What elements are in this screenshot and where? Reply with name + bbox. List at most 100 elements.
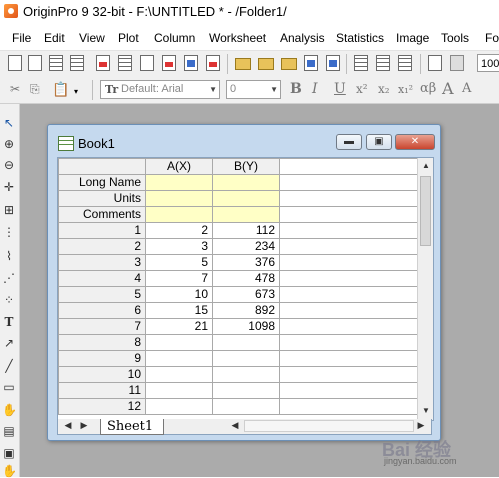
cell-a[interactable]: 3: [145, 238, 213, 255]
new-layout-icon[interactable]: [162, 55, 176, 71]
cell-b[interactable]: 892: [212, 302, 280, 319]
greek-button[interactable]: αβ: [420, 81, 436, 96]
scroll-thumb[interactable]: [420, 176, 431, 246]
restore-button[interactable]: ▣: [366, 134, 392, 150]
menu-view[interactable]: View: [79, 31, 105, 45]
paste-icon[interactable]: 📋: [52, 81, 69, 98]
regional-mask-icon[interactable]: ⋰: [2, 271, 16, 285]
menu-image[interactable]: Image: [396, 31, 429, 45]
workbook-window[interactable]: Book1 ▬ ▣ ✕ A(X) B(Y) Long Name Units Co…: [47, 124, 441, 441]
underline-button[interactable]: U: [334, 81, 346, 97]
cell-a[interactable]: 5: [145, 254, 213, 271]
increase-font-button[interactable]: A: [442, 79, 454, 98]
menu-plot[interactable]: Plot: [118, 31, 139, 45]
scroll-up-icon[interactable]: ▲: [422, 161, 430, 170]
supersubscript-button[interactable]: x₁²: [398, 83, 413, 96]
data-reader-icon[interactable]: ⊞: [2, 203, 16, 217]
menu-column[interactable]: Column: [154, 31, 195, 45]
cell-a[interactable]: [145, 398, 213, 415]
new-project-icon[interactable]: [8, 55, 22, 71]
line-tool-icon[interactable]: ╱: [2, 359, 16, 373]
long-name-cell-b[interactable]: [212, 174, 280, 191]
scroll-right-icon[interactable]: ▶: [415, 420, 427, 431]
long-name-cell-a[interactable]: [145, 174, 213, 191]
row-number[interactable]: 2: [58, 238, 146, 255]
annotation-icon[interactable]: ▣: [2, 446, 16, 460]
cut-icon[interactable]: ✂: [10, 82, 20, 96]
cell-b[interactable]: 376: [212, 254, 280, 271]
save-template-icon[interactable]: [326, 55, 340, 71]
import-wizard-icon[interactable]: [398, 55, 412, 71]
import-multiple-ascii-icon[interactable]: [376, 55, 390, 71]
cell-b[interactable]: 673: [212, 286, 280, 303]
bold-button[interactable]: B: [290, 81, 302, 97]
cell-a[interactable]: 15: [145, 302, 213, 319]
row-number[interactable]: 8: [58, 334, 146, 351]
cell-a[interactable]: [145, 350, 213, 367]
cell-b[interactable]: [212, 398, 280, 415]
font-name-select[interactable]: Tr Default: Arial ▼: [100, 80, 220, 99]
zoom-select[interactable]: 100: [477, 54, 499, 72]
row-number[interactable]: 12: [58, 398, 146, 415]
import-single-ascii-icon[interactable]: [354, 55, 368, 71]
menu-file[interactable]: File: [12, 31, 31, 45]
cell-a[interactable]: [145, 334, 213, 351]
cell-b[interactable]: 478: [212, 270, 280, 287]
cell-b[interactable]: [212, 334, 280, 351]
cell-a[interactable]: [145, 382, 213, 399]
paste-dropdown-icon[interactable]: ▾: [74, 87, 78, 96]
row-number[interactable]: 7: [58, 318, 146, 335]
font-size-select[interactable]: 0 ▼: [226, 80, 281, 99]
cell-a[interactable]: 2: [145, 222, 213, 239]
sheet-tab[interactable]: Sheet1: [100, 419, 165, 435]
copy-icon[interactable]: ⎘: [30, 82, 40, 97]
duplicate-icon[interactable]: [428, 55, 442, 71]
worksheet-grid[interactable]: A(X) B(Y) Long Name Units Comments 1 2 1…: [57, 157, 434, 421]
screen-reader-icon[interactable]: ✛: [2, 180, 16, 194]
open-icon[interactable]: [235, 58, 251, 70]
sheet-prev-icon[interactable]: ◀: [62, 420, 74, 431]
pointer-icon[interactable]: ↖: [2, 116, 16, 130]
units-cell-a[interactable]: [145, 190, 213, 207]
new-workbook-icon[interactable]: [49, 55, 63, 71]
menu-analysis[interactable]: Analysis: [280, 31, 325, 45]
refresh-icon[interactable]: [450, 55, 464, 71]
column-header-a[interactable]: A(X): [145, 158, 213, 175]
minimize-button[interactable]: ▬: [336, 134, 362, 150]
menu-format[interactable]: Fo: [485, 31, 499, 45]
row-number[interactable]: 9: [58, 350, 146, 367]
cell-a[interactable]: 7: [145, 270, 213, 287]
superscript-button[interactable]: x²: [356, 82, 368, 96]
row-number[interactable]: 1: [58, 222, 146, 239]
new-notes-icon[interactable]: [184, 55, 198, 71]
row-number[interactable]: 6: [58, 302, 146, 319]
save-project-icon[interactable]: [304, 55, 318, 71]
row-number[interactable]: 4: [58, 270, 146, 287]
decrease-font-button[interactable]: A: [462, 81, 471, 96]
worksheet-table[interactable]: A(X) B(Y) Long Name Units Comments 1 2 1…: [58, 158, 427, 415]
cell-a[interactable]: 21: [145, 318, 213, 335]
cell-b[interactable]: 112: [212, 222, 280, 239]
comments-cell-b[interactable]: [212, 206, 280, 223]
cell-b[interactable]: [212, 382, 280, 399]
zoom-in-icon[interactable]: ⊕: [2, 137, 16, 151]
new-function-icon[interactable]: [140, 55, 154, 71]
units-cell-b[interactable]: [212, 190, 280, 207]
new-function-plot-icon[interactable]: [206, 55, 220, 71]
row-number[interactable]: 10: [58, 366, 146, 383]
new-matrix-icon[interactable]: [118, 55, 132, 71]
hand-tool-icon[interactable]: ✋: [2, 403, 17, 417]
cell-b[interactable]: [212, 366, 280, 383]
comments-cell-a[interactable]: [145, 206, 213, 223]
row-label-long-name[interactable]: Long Name: [58, 174, 146, 191]
more-tools-icon[interactable]: ✋: [2, 464, 17, 478]
corner-cell[interactable]: [58, 158, 146, 175]
open-template-icon[interactable]: [258, 58, 274, 70]
new-graph-icon[interactable]: [96, 55, 110, 71]
row-label-comments[interactable]: Comments: [58, 206, 146, 223]
cell-a[interactable]: 10: [145, 286, 213, 303]
new-folder-icon[interactable]: [28, 55, 42, 71]
column-header-b[interactable]: B(Y): [212, 158, 280, 175]
data-selector-icon[interactable]: ⋮: [2, 225, 16, 239]
scale-icon[interactable]: ⌇: [2, 249, 16, 263]
